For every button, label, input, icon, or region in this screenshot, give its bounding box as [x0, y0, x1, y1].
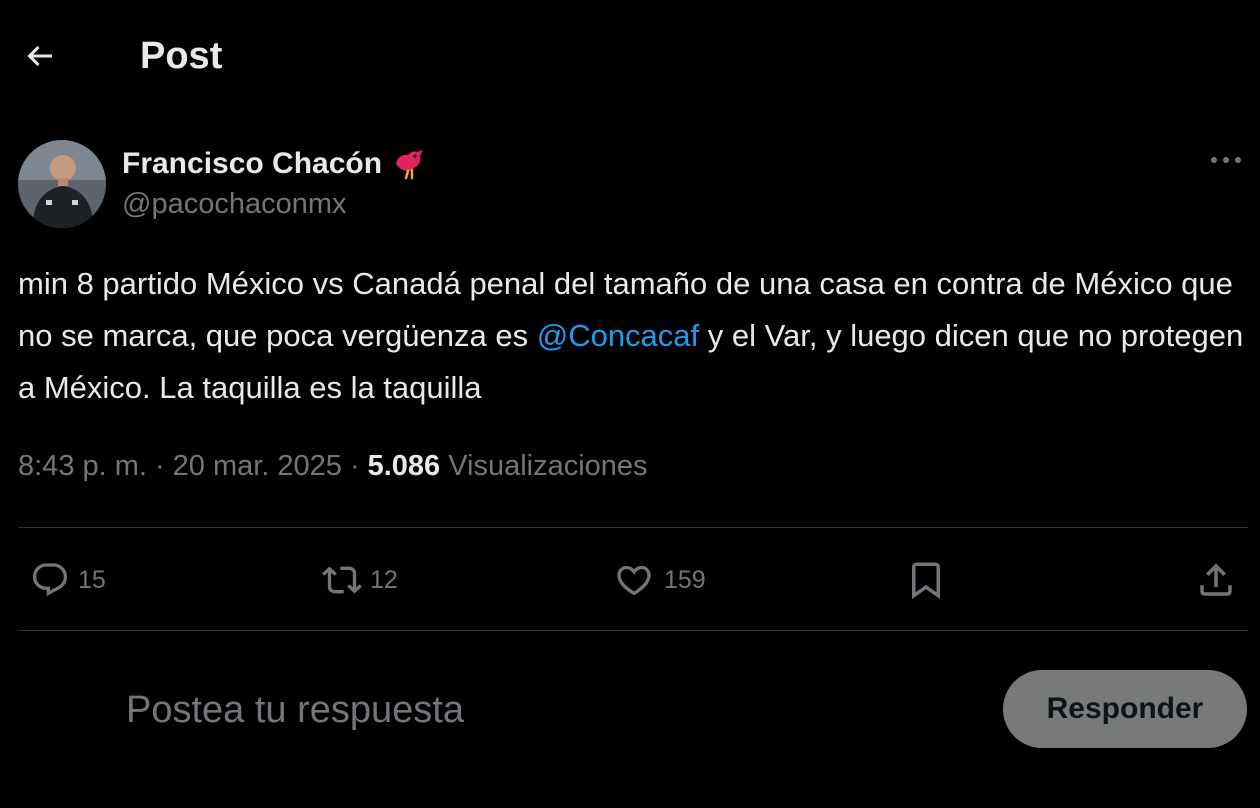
reply-submit-button[interactable]: Responder [1003, 670, 1247, 748]
share-icon [1200, 563, 1232, 596]
post-time[interactable]: 8:43 p. m. [18, 450, 147, 483]
page-title: Post [140, 35, 223, 77]
post-date[interactable]: 20 mar. 2025 [173, 450, 342, 483]
mention-link[interactable]: @Concacaf [537, 318, 699, 353]
bird-icon [390, 144, 430, 184]
more-icon [1211, 157, 1241, 163]
post-text: min 8 partido México vs Canadá penal del… [18, 258, 1248, 414]
post-meta: 8:43 p. m. · 20 mar. 2025 · 5.086 Visual… [18, 450, 648, 483]
reply-input[interactable] [126, 680, 826, 740]
reply-count: 15 [78, 565, 106, 594]
repost-count: 12 [370, 565, 398, 594]
repost-button[interactable]: 12 [318, 555, 398, 605]
meta-separator: · [154, 450, 165, 482]
display-name-row: Francisco Chacón [122, 144, 430, 184]
share-button[interactable] [1195, 555, 1237, 605]
more-options-button[interactable] [1204, 144, 1248, 176]
like-icon [617, 565, 651, 596]
divider-2 [18, 630, 1248, 631]
bookmark-icon [912, 562, 940, 600]
post-author: Francisco Chacón @pacochaconmx [18, 138, 1248, 230]
display-name[interactable]: Francisco Chacón [122, 147, 382, 181]
bookmark-button[interactable] [905, 555, 947, 605]
divider [18, 527, 1248, 528]
views-count: 5.086 [367, 450, 441, 482]
back-arrow-icon [27, 45, 52, 67]
reply-icon [32, 563, 68, 597]
views-label: Visualizaciones [448, 450, 648, 482]
reply-button[interactable]: 15 [30, 555, 106, 605]
avatar[interactable] [18, 140, 106, 228]
username-handle[interactable]: @pacochaconmx [122, 188, 347, 221]
top-bar: Post [0, 0, 1260, 115]
like-button[interactable]: 159 [612, 555, 706, 605]
back-button[interactable] [18, 34, 62, 78]
meta-separator-2: · [349, 450, 360, 482]
like-count: 159 [664, 565, 706, 594]
avatar-image [18, 140, 106, 228]
repost-icon [322, 566, 362, 594]
